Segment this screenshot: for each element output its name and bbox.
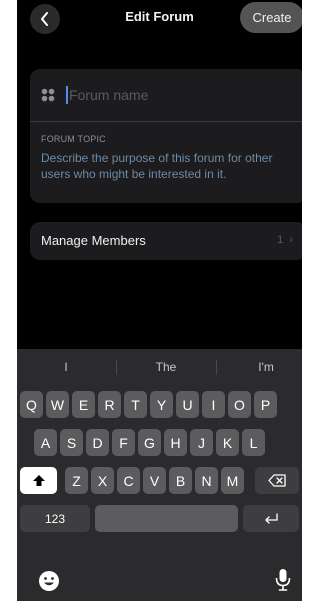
shift-icon: [32, 475, 45, 486]
key-g[interactable]: G: [138, 429, 161, 456]
keyboard: I The I'm Q W E R T Y U I O P A S D F G …: [17, 349, 302, 601]
key-t[interactable]: T: [124, 391, 147, 418]
header: Edit Forum Create: [17, 0, 302, 40]
suggestion-item[interactable]: The: [117, 349, 215, 385]
microphone-icon[interactable]: [275, 568, 291, 592]
suggestion-bar: I The I'm: [17, 349, 302, 385]
key-u[interactable]: U: [176, 391, 199, 418]
backspace-key[interactable]: [255, 467, 299, 494]
forum-name-input[interactable]: Forum name: [66, 84, 148, 106]
suggestion-item[interactable]: I'm: [217, 349, 302, 385]
key-x[interactable]: X: [91, 467, 114, 494]
key-i[interactable]: I: [202, 391, 225, 418]
forum-name-row[interactable]: Forum name: [30, 69, 302, 122]
text-caret: [66, 86, 68, 104]
members-count: 1 ›: [277, 234, 293, 246]
return-icon: [265, 512, 278, 524]
return-key[interactable]: [243, 505, 299, 532]
forum-topic-input[interactable]: Describe the purpose of this forum for o…: [41, 150, 296, 182]
manage-members-label: Manage Members: [41, 233, 146, 248]
forum-details-card: Forum name FORUM TOPIC Describe the purp…: [30, 69, 302, 203]
key-a[interactable]: A: [34, 429, 57, 456]
keyboard-bottom-bar: [17, 561, 302, 601]
suggestion-item[interactable]: I: [17, 349, 115, 385]
key-c[interactable]: C: [117, 467, 140, 494]
key-m[interactable]: M: [221, 467, 244, 494]
key-f[interactable]: F: [112, 429, 135, 456]
chevron-right-icon: ›: [289, 234, 293, 246]
emoji-icon[interactable]: [38, 570, 60, 592]
key-w[interactable]: W: [46, 391, 69, 418]
forum-topic-label: FORUM TOPIC: [41, 134, 106, 144]
key-j[interactable]: J: [190, 429, 213, 456]
create-button[interactable]: Create: [240, 2, 302, 33]
key-s[interactable]: S: [60, 429, 83, 456]
manage-members-row[interactable]: Manage Members 1 ›: [30, 222, 302, 260]
key-d[interactable]: D: [86, 429, 109, 456]
key-q[interactable]: Q: [20, 391, 43, 418]
key-y[interactable]: Y: [150, 391, 173, 418]
key-b[interactable]: B: [169, 467, 192, 494]
key-l[interactable]: L: [242, 429, 265, 456]
members-count-value: 1: [277, 234, 284, 246]
key-z[interactable]: Z: [65, 467, 88, 494]
key-r[interactable]: R: [98, 391, 121, 418]
numbers-key[interactable]: 123: [20, 505, 90, 532]
space-key[interactable]: [95, 505, 238, 532]
key-v[interactable]: V: [143, 467, 166, 494]
edit-forum-screen: Edit Forum Create Forum name FORUM TOPIC…: [17, 0, 302, 601]
key-e[interactable]: E: [72, 391, 95, 418]
key-o[interactable]: O: [228, 391, 251, 418]
key-k[interactable]: K: [216, 429, 239, 456]
key-p[interactable]: P: [254, 391, 277, 418]
forum-grid-icon: [41, 88, 55, 102]
key-n[interactable]: N: [195, 467, 218, 494]
shift-key[interactable]: [20, 467, 57, 494]
forum-name-placeholder: Forum name: [69, 87, 149, 103]
key-h[interactable]: H: [164, 429, 187, 456]
backspace-icon: [268, 474, 286, 487]
